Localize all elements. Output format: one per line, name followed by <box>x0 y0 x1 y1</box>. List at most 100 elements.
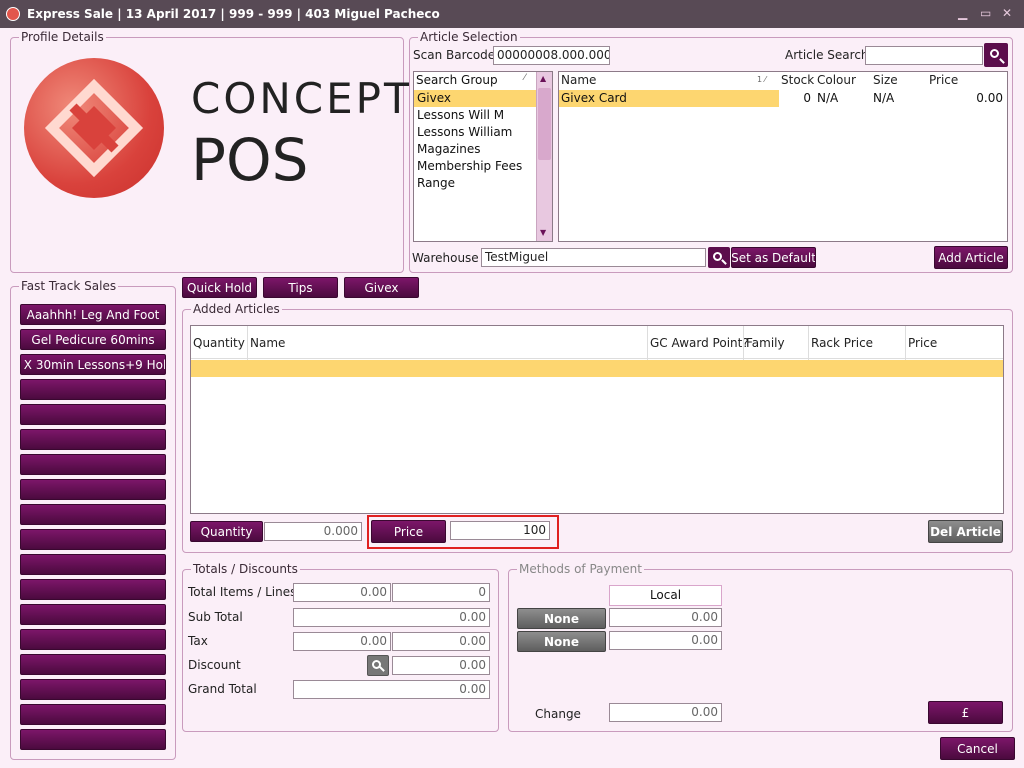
discount-field[interactable]: 0.00 <box>392 656 490 675</box>
logo-text-pos: POS <box>191 126 309 194</box>
logo-text-concept: CONCEPT <box>191 74 413 123</box>
scroll-down-icon[interactable]: ▼ <box>540 228 546 237</box>
price-button[interactable]: Price <box>371 520 446 543</box>
search-group-scrollbar[interactable]: ▲ ▼ <box>536 72 552 241</box>
title-bar: Express Sale | 13 April 2017 | 999 - 999… <box>0 0 1024 28</box>
total-items-field: 0.00 <box>293 583 391 602</box>
col-price: Price <box>908 336 938 350</box>
warehouse-input[interactable]: TestMiguel <box>481 248 706 267</box>
givex-button[interactable]: Givex <box>344 277 419 298</box>
tips-button[interactable]: Tips <box>263 277 338 298</box>
fast-track-button[interactable] <box>20 604 166 625</box>
added-articles-label: Added Articles <box>191 302 282 316</box>
scroll-up-icon[interactable]: ▲ <box>540 74 546 83</box>
fast-track-button[interactable] <box>20 529 166 550</box>
grand-total-label: Grand Total <box>188 682 257 696</box>
added-articles-table[interactable]: Quantity Name GC Award Point? Family Rac… <box>190 325 1004 514</box>
add-article-button[interactable]: Add Article <box>934 246 1008 269</box>
fast-track-button[interactable] <box>20 679 166 700</box>
maximize-icon[interactable]: ▭ <box>980 6 991 20</box>
quantity-input[interactable]: 0.000 <box>264 522 362 541</box>
fast-track-button[interactable] <box>20 554 166 575</box>
list-item[interactable]: Magazines <box>414 141 536 158</box>
totals-label: Totals / Discounts <box>191 562 300 576</box>
set-as-default-button[interactable]: Set as Default <box>731 247 816 268</box>
fast-track-button[interactable]: 2 X 30min Lessons+9 Hole <box>20 354 166 375</box>
discount-label: Discount <box>188 658 241 672</box>
list-item[interactable]: Membership Fees <box>414 158 536 175</box>
list-item[interactable]: Givex <box>414 90 536 107</box>
fast-track-button[interactable] <box>20 454 166 475</box>
table-row[interactable] <box>191 360 1003 377</box>
concept-logo <box>24 58 164 198</box>
close-icon[interactable]: ✕ <box>1002 6 1012 20</box>
fast-track-button[interactable] <box>20 704 166 725</box>
row-colour: N/A <box>817 91 839 105</box>
total-lines-field: 0 <box>392 583 490 602</box>
scroll-thumb[interactable] <box>538 88 551 160</box>
payment-label: Methods of Payment <box>517 562 644 576</box>
article-selection-label: Article Selection <box>418 30 520 44</box>
quick-hold-button[interactable]: Quick Hold <box>182 277 257 298</box>
total-items-label: Total Items / Lines <box>188 585 297 599</box>
article-search-input[interactable] <box>865 46 983 65</box>
payment-method-2-value[interactable]: 0.00 <box>609 631 722 650</box>
change-label: Change <box>535 707 581 721</box>
change-field: 0.00 <box>609 703 722 722</box>
fast-track-button[interactable] <box>20 504 166 525</box>
scan-barcode-label: Scan Barcode <box>413 48 496 62</box>
payment-method-2-button[interactable]: None <box>517 631 606 652</box>
list-item[interactable]: Lessons William <box>414 124 536 141</box>
sort-indicator: 1 ⁄ <box>757 75 766 84</box>
fast-track-button[interactable] <box>20 429 166 450</box>
col-price: Price <box>929 73 959 87</box>
col-size: Size <box>873 73 898 87</box>
fast-track-button[interactable] <box>20 629 166 650</box>
profile-details-label: Profile Details <box>19 30 106 44</box>
subtotal-field: 0.00 <box>293 608 490 627</box>
fast-track-button[interactable] <box>20 379 166 400</box>
tax-field-2: 0.00 <box>392 632 490 651</box>
col-name: Name <box>250 336 286 350</box>
search-group-list[interactable]: Search Group ⁄ Givex Lessons Will M Lesson… <box>413 71 553 242</box>
warehouse-label: Warehouse <box>412 251 479 265</box>
col-stock: Stock <box>781 73 815 87</box>
list-item[interactable]: Range <box>414 175 536 192</box>
app-icon <box>6 7 20 21</box>
tax-label: Tax <box>188 634 208 648</box>
fast-track-button[interactable] <box>20 729 166 750</box>
fast-track-button[interactable]: Gel Pedicure 60mins <box>20 329 166 350</box>
row-size: N/A <box>873 91 895 105</box>
articles-table[interactable]: Name 1 ⁄ Stock Colour Size Price Givex C… <box>558 71 1008 242</box>
currency-button[interactable]: £ <box>928 701 1003 724</box>
col-name: Name <box>561 73 597 87</box>
table-row[interactable]: Givex Card 0 N/A N/A 0.00 <box>559 90 1007 107</box>
del-article-button[interactable]: Del Article <box>928 520 1003 543</box>
col-quantity: Quantity <box>193 336 245 350</box>
fast-track-button[interactable]: Aaahhh! Leg And Foot <box>20 304 166 325</box>
cancel-button[interactable]: Cancel <box>940 737 1015 760</box>
payment-method-1-button[interactable]: None <box>517 608 606 629</box>
profile-details-group: Profile Details CONCEPT POS <box>10 30 410 273</box>
quantity-button[interactable]: Quantity <box>190 521 263 542</box>
minimize-icon[interactable]: ▁ <box>958 6 967 20</box>
scan-barcode-input[interactable]: 00000008.000.000 <box>493 46 610 65</box>
warehouse-search-icon[interactable] <box>708 247 730 268</box>
col-colour: Colour <box>817 73 856 87</box>
discount-search-icon[interactable] <box>367 655 389 676</box>
sort-icon[interactable]: ⁄ <box>524 73 526 83</box>
search-icon[interactable] <box>984 43 1008 67</box>
subtotal-label: Sub Total <box>188 610 243 624</box>
added-articles-header: Quantity Name GC Award Point? Family Rac… <box>191 326 1003 359</box>
fast-track-button[interactable] <box>20 404 166 425</box>
fast-track-button[interactable] <box>20 654 166 675</box>
col-family: Family <box>746 336 785 350</box>
col-rack-price: Rack Price <box>811 336 874 350</box>
search-group-header: Search Group <box>416 73 498 87</box>
list-item[interactable]: Lessons Will M <box>414 107 536 124</box>
price-input[interactable]: 100 <box>450 521 550 540</box>
row-stock: 0 <box>803 91 811 105</box>
fast-track-button[interactable] <box>20 579 166 600</box>
payment-method-1-value[interactable]: 0.00 <box>609 608 722 627</box>
fast-track-button[interactable] <box>20 479 166 500</box>
